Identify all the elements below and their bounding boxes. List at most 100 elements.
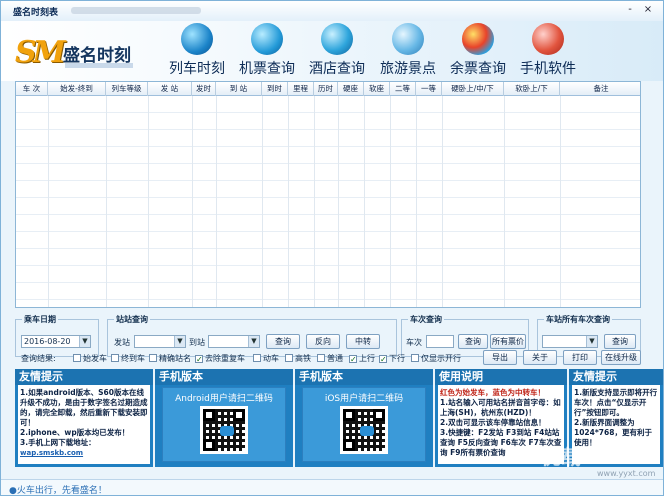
column-header[interactable]: 一等	[416, 82, 442, 96]
nav-hotel-search[interactable]: 酒店查询	[307, 23, 367, 79]
checkbox-label: 去除重复车	[205, 354, 245, 363]
nav-flight-search[interactable]: 机票查询	[237, 23, 297, 79]
android-qr-box: Android用户请扫二维码	[162, 387, 286, 462]
checkbox-checked[interactable]: ✓	[379, 355, 387, 364]
all-prices-button[interactable]: 所有票价	[490, 334, 526, 349]
column-header[interactable]: 车 次	[16, 82, 48, 96]
notice-line: 3.手机上网下载地址：	[20, 438, 96, 447]
column-header[interactable]: 发时	[192, 82, 216, 96]
table-body[interactable]	[16, 96, 640, 307]
checkbox[interactable]	[111, 354, 119, 362]
nav-label: 机票查询	[239, 61, 295, 77]
tip2-line: 1.新版支持显示即将开行车次！点击“仅显示开行”按钮即可。	[574, 388, 658, 417]
column-header[interactable]: 到时	[262, 82, 288, 96]
column-divider	[504, 96, 505, 307]
column-header[interactable]: 备注	[560, 82, 640, 96]
tip2-panel: 友情提示 1.新版支持显示即将开行车次！点击“仅显示开行”按钮即可。 2.新版界…	[569, 369, 663, 467]
checkbox-checked[interactable]: ✓	[195, 355, 203, 364]
ticket-icon	[462, 23, 494, 55]
chevron-down-icon[interactable]: ▼	[174, 336, 185, 347]
chevron-down-icon[interactable]: ▼	[586, 336, 597, 347]
column-divider	[314, 96, 315, 307]
filter-dedupe-checkbox[interactable]: ✓ 去除重复车	[195, 353, 245, 364]
filter-origin-checkbox[interactable]: 始发车	[73, 353, 107, 364]
close-button[interactable]: ×	[641, 4, 655, 17]
from-station-label: 发站	[114, 338, 130, 347]
download-link[interactable]: wap.smskb.com	[20, 449, 83, 457]
station-trains-query-button[interactable]: 查询	[604, 334, 636, 349]
filter-down-checkbox[interactable]: ✓ 下行	[379, 353, 405, 364]
column-header[interactable]: 里程	[288, 82, 314, 96]
from-station-select[interactable]: ▼	[134, 335, 186, 348]
ios-qr-box: iOS用户请扫二维码	[302, 387, 426, 462]
print-button[interactable]: 打印	[563, 350, 597, 365]
tip2-text: 1.新版支持显示即将开行车次！点击“仅显示开行”按钮即可。 2.新版界面调整为1…	[574, 388, 658, 448]
android-title: 手机版本	[155, 369, 293, 385]
qr-finder	[373, 409, 385, 421]
checkbox[interactable]	[149, 354, 157, 362]
station-query-button[interactable]: 查询	[266, 334, 300, 349]
column-header[interactable]: 历时	[314, 82, 338, 96]
about-button[interactable]: 关于	[523, 350, 557, 365]
results-table[interactable]: 车 次 始发-终到 列车等级 发 站 发时 到 站 到时 里程 历时 硬座 软座…	[15, 81, 641, 308]
result-filters: 查询结果: 始发车 终到车 精确站名 ✓ 去除重复车 动车 高铁 普通 ✓ 上行 ✓…	[15, 350, 641, 366]
column-header[interactable]: 列车等级	[106, 82, 148, 96]
notice-line: 2.iphone、wp版本均已发布！	[20, 428, 130, 437]
checkbox[interactable]	[317, 354, 325, 362]
column-header[interactable]: 硬座	[338, 82, 364, 96]
upgrade-button[interactable]: 在线升级	[601, 350, 641, 365]
tip2-body: 1.新版支持显示即将开行车次！点击“仅显示开行”按钮即可。 2.新版界面调整为1…	[572, 385, 660, 464]
export-button[interactable]: 导出	[483, 350, 517, 365]
filter-up-checkbox[interactable]: ✓ 上行	[349, 353, 375, 364]
nav-train-schedule[interactable]: 列车时刻	[167, 23, 227, 79]
nav-mobile-software[interactable]: 手机软件	[517, 23, 579, 79]
column-header[interactable]: 到 站	[216, 82, 262, 96]
checkbox[interactable]	[411, 354, 419, 362]
filter-normal-checkbox[interactable]: 普通	[317, 353, 343, 364]
train-query-button[interactable]: 查询	[458, 334, 488, 349]
date-legend: 乘车日期	[22, 314, 58, 325]
qr-finder	[343, 409, 355, 421]
date-value: 2016-08-20	[24, 337, 71, 346]
checkbox-label: 动车	[263, 354, 279, 363]
chevron-down-icon[interactable]: ▼	[248, 336, 259, 347]
column-header[interactable]: 硬卧上/中/下	[442, 82, 504, 96]
reverse-button[interactable]: 反向	[306, 334, 340, 349]
filter-exact-name-checkbox[interactable]: 精确站名	[149, 353, 191, 364]
scenic-icon	[392, 23, 424, 55]
column-divider	[390, 96, 391, 307]
guide-line: 红色为始发车，蓝色为中转车！	[440, 388, 545, 397]
checkbox-checked[interactable]: ✓	[349, 355, 357, 364]
station-trains-select[interactable]: ▼	[542, 335, 598, 348]
date-picker[interactable]: 2016-08-20 ▼	[21, 335, 91, 348]
column-header[interactable]: 二等	[390, 82, 416, 96]
checkbox-label: 终到车	[121, 354, 145, 363]
checkbox[interactable]	[73, 354, 81, 362]
column-divider	[338, 96, 339, 307]
watermark-url: www.yyxt.com	[597, 469, 656, 478]
to-station-select[interactable]: ▼	[208, 335, 260, 348]
qr-code-icon	[200, 406, 248, 454]
transfer-button[interactable]: 中转	[346, 334, 380, 349]
column-header[interactable]: 软卧上/下	[504, 82, 560, 96]
android-body: Android用户请扫二维码	[158, 385, 290, 464]
chevron-down-icon[interactable]: ▼	[79, 336, 90, 347]
nav-scenic-spots[interactable]: 旅游景点	[378, 23, 438, 79]
nav-remaining-tickets[interactable]: 余票查询	[448, 23, 508, 79]
train-number-input[interactable]	[426, 335, 454, 348]
ios-qr-caption: iOS用户请扫二维码	[324, 394, 404, 404]
nav-label: 列车时刻	[169, 61, 225, 77]
checkbox[interactable]	[285, 354, 293, 362]
column-divider	[216, 96, 217, 307]
checkbox[interactable]	[253, 354, 261, 362]
filter-emu-checkbox[interactable]: 动车	[253, 353, 279, 364]
column-header[interactable]: 发 站	[148, 82, 192, 96]
notice-body: 1.如果android版本、S60版本在线升级不成功，是由于数字签名过期造成的，…	[18, 385, 150, 464]
filter-highspeed-checkbox[interactable]: 高铁	[285, 353, 311, 364]
minimize-button[interactable]: -	[623, 4, 637, 17]
column-header[interactable]: 软座	[364, 82, 390, 96]
qr-finder	[343, 439, 355, 451]
column-header[interactable]: 始发-终到	[48, 82, 106, 96]
filter-terminal-checkbox[interactable]: 终到车	[111, 353, 145, 364]
filter-running-only-checkbox[interactable]: 仅显示开行	[411, 353, 461, 364]
